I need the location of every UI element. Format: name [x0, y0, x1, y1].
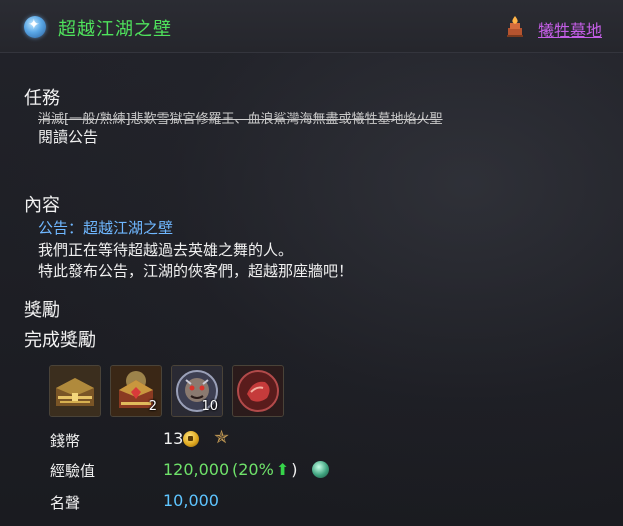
- task-completed-objective: 消滅[一般/熟練]悲歎雪獄宮修羅王、血浪鯊灣海無盡或犧牲墓地焰火聖: [38, 112, 443, 127]
- reward-slot-2[interactable]: 2: [110, 365, 162, 417]
- reward-slot-3[interactable]: 10: [171, 365, 223, 417]
- fire-shrine-icon: [507, 16, 523, 37]
- content-heading: 內容: [24, 195, 60, 216]
- quest-title: 超越江湖之壁: [58, 19, 172, 40]
- gold-coin-icon: [183, 431, 199, 447]
- complete-rewards-heading: 完成獎勵: [24, 330, 96, 351]
- reward-count-3: 10: [201, 399, 218, 414]
- exp-label: 經驗值: [50, 462, 96, 480]
- quest-detail-panel: 超越江湖之壁 犧牲墓地 任務 消滅[一般/熟練]悲歎雪獄宮修羅王、血浪鯊灣海無盡…: [0, 0, 623, 526]
- quest-header: 超越江湖之壁 犧牲墓地: [0, 0, 623, 53]
- content-line-1: 我們正在等待超越過去英雄之舞的人。: [38, 241, 294, 259]
- rewards-heading: 獎勵: [24, 300, 60, 321]
- money-value: 13: [163, 429, 184, 448]
- exp-bonus: (20% ⬆): [232, 460, 297, 479]
- fame-label: 名聲: [50, 494, 81, 512]
- notice-link[interactable]: 公告：超越江湖之壁: [38, 217, 173, 238]
- reward-count-2: 2: [148, 399, 157, 414]
- bonus-buff-icon: [312, 461, 329, 478]
- exp-bonus-percent: (20%: [232, 460, 274, 479]
- region-link[interactable]: 犧牲墓地: [538, 17, 602, 41]
- arrow-up-icon: ⬆: [275, 460, 290, 479]
- red-orb-icon: [233, 366, 283, 416]
- task-heading: 任務: [24, 88, 60, 109]
- treasure-chest-icon: [50, 366, 100, 416]
- reward-slot-1[interactable]: [49, 365, 101, 417]
- exp-value: 120,000: [163, 460, 230, 479]
- task-objective: 閱讀公告: [38, 128, 99, 146]
- money-label: 錢幣: [50, 432, 81, 450]
- quest-crystal-icon: [24, 16, 46, 38]
- fame-value: 10,000: [163, 491, 219, 510]
- content-line-2: 特此發布公告，江湖的俠客們，超越那座牆吧！: [38, 262, 354, 280]
- exp-bonus-close: ): [291, 460, 298, 479]
- star-icon: ✯: [214, 427, 230, 448]
- reward-slot-4[interactable]: [232, 365, 284, 417]
